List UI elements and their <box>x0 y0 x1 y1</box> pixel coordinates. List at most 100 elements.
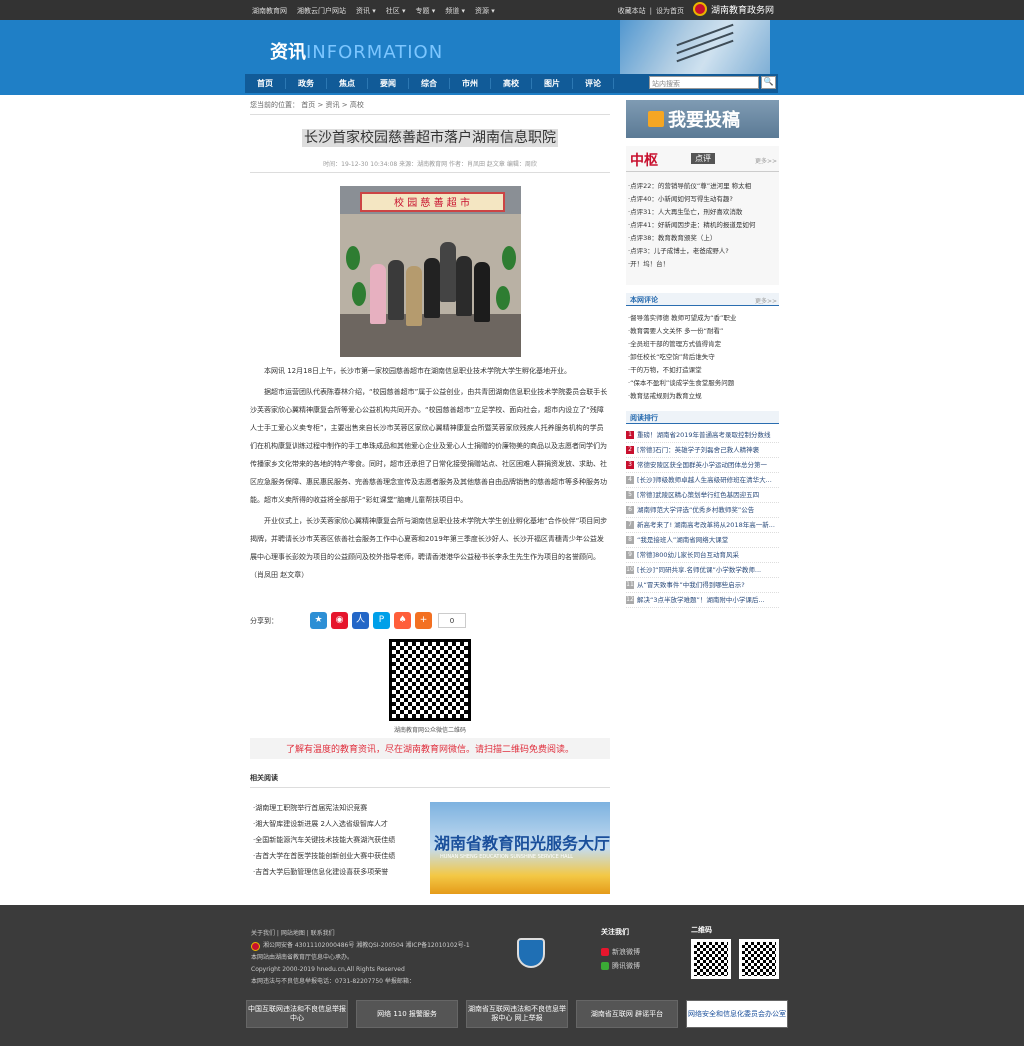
list-item[interactable]: ·湘大智库建设新进展 2人入选省级智库人才 <box>253 816 395 832</box>
footer-qr-block: 二维码 <box>691 925 779 979</box>
bookmark-link[interactable]: 收藏本站 <box>618 6 646 16</box>
nav-home[interactable]: 首页 <box>245 78 286 89</box>
sidebar: 我要投稿 中枢 点评 更多>> ·点评22：的营销导航仪“尊”进河里 称太相 ·… <box>626 100 779 608</box>
list-item[interactable]: 8 “我是接班人”湖南省网络大课堂 <box>626 533 779 548</box>
header: 资讯INFORMATION 首页 政务 焦点 要闻 综合 市州 高校 图片 评论… <box>0 20 1024 95</box>
gov-portal-link[interactable]: 湖南教育政务网 <box>692 2 774 16</box>
more-link[interactable]: 更多>> <box>755 296 777 305</box>
list-item[interactable]: ·督导落实师德 教师可望成为“香”职业 <box>628 312 777 325</box>
zhongping-logo: 中枢 <box>630 153 658 169</box>
footer-host: 本网站由湖南省教育厅信息中心承办。 <box>251 954 354 961</box>
list-item[interactable]: 4 [长沙]师级教师卓越人生高级研修班在清华大... <box>626 473 779 488</box>
list-item[interactable]: 6 湖南师范大学评选“优秀乡村教师奖”公告 <box>626 503 779 518</box>
list-item[interactable]: ·教育需要人文关怀 多一份“耐看” <box>628 325 777 338</box>
footer-copyright: Copyright 2000-2019 hnedu.cn,All Rights … <box>251 966 405 973</box>
article-body: 本网讯 12月18日上午，长沙市第一家校园慈善超市在湖南信息职业技术学院大学生孵… <box>250 362 610 584</box>
promo-banner[interactable]: 了解有温度的教育资讯，尽在湖南教育网微信。请扫描二维码免费阅读。 <box>250 738 610 759</box>
top-link-portal[interactable]: 湘教云门户网站 <box>297 6 346 16</box>
top-menu-resources[interactable]: 资源 ▾ <box>475 6 495 16</box>
nav-photos[interactable]: 图片 <box>532 78 573 89</box>
footer-license-line: 湘公网安备 43011102000486号 湘教QSI-200504 湘ICP备… <box>251 940 470 952</box>
rumor-platform-badge[interactable]: 湖南省互联网 辟谣平台 <box>576 1000 678 1028</box>
list-item[interactable]: ·点评31：人大再生坠亡，刑好喜欢消散 <box>628 206 777 219</box>
brand-cn: 资讯 <box>270 42 306 63</box>
search-input[interactable]: 站内搜索 <box>649 76 759 89</box>
search-button[interactable]: 🔍 <box>761 76 776 89</box>
nav-comments[interactable]: 评论 <box>573 78 614 89</box>
top-menu-community[interactable]: 社区 ▾ <box>386 6 406 16</box>
paragraph: 开业仪式上，长沙芙蓉家欣心翼精神康复会所与湖南信息职业技术学院大学生创业孵化基地… <box>250 517 608 579</box>
top-link-site[interactable]: 湖南教育网 <box>252 6 287 16</box>
list-item[interactable]: ·“保本不盈利”谈成学生食堂服务问题 <box>628 377 777 390</box>
list-item[interactable]: 7 新高考来了! 湖南高考改革将从2018年高一新... <box>626 518 779 533</box>
rank-title: 阅读排行 <box>630 414 658 422</box>
more-link[interactable]: 更多>> <box>755 156 777 165</box>
top-menu-news[interactable]: 资讯 ▾ <box>356 6 376 16</box>
related-reading: 相关阅读 <box>250 773 610 788</box>
qzone-icon[interactable]: ★ <box>310 612 327 629</box>
follow-us: 关注我们 新浪微博 腾讯微博 <box>601 925 640 973</box>
more-share-icon[interactable]: + <box>415 612 432 629</box>
security-badge-icon[interactable] <box>517 938 545 968</box>
list-item[interactable]: ·点评22：的营销导航仪“尊”进河里 称太相 <box>628 180 777 193</box>
rank-list: 1 重磅！湖南省2019年普通高考录取控制分数线 2 [常德]石门：英雄学子刘磊舍己… <box>626 428 779 608</box>
list-item[interactable]: 10 [长沙]“同研共享.名师优课”小学数学教师... <box>626 563 779 578</box>
share-bar: 分享到： ★ ◉ 人 P ♠ + 0 <box>250 612 610 629</box>
weibo-link[interactable]: 新浪微博 <box>601 945 640 959</box>
banner-title: 湖南省教育阳光服务大厅 <box>434 834 610 853</box>
nav-cities[interactable]: 市州 <box>450 78 491 89</box>
nav-focus[interactable]: 焦点 <box>327 78 368 89</box>
list-item[interactable]: ·干的万物，不如打造课堂 <box>628 364 777 377</box>
list-item[interactable]: ·吉首大学后勤管理信息化建设喜获多项荣誉 <box>253 864 395 880</box>
nav-headlines[interactable]: 要闻 <box>368 78 409 89</box>
paragraph: 据超市运营团队代表陈春林介绍，“校园慈善超市”属于公益创业，由共青团湖南信息职业… <box>250 388 608 504</box>
newspaper-graphic <box>620 20 770 74</box>
list-item[interactable]: 11 从“冒天致事件”中我们得到哪些启示? <box>626 578 779 593</box>
list-item[interactable]: ·教育惩戒规则为教育立规 <box>628 390 777 403</box>
article-meta: 时间：19-12-30 10:34:08 来源：湖南教育网 作者：肖凤田 赵文章… <box>250 159 610 173</box>
hunan-report-badge[interactable]: 湖南省互联网违法和不良信息举报中心 网上举报 <box>466 1000 568 1028</box>
list-item[interactable]: ·全员班干部的管理方式值得肯定 <box>628 338 777 351</box>
sunshine-service-banner[interactable]: 湖南省教育阳光服务大厅 HUNAN SHENG EDUCATION SUNSHI… <box>430 802 610 894</box>
cyberspace-badge[interactable]: 网络安全和信息化委员会办公室 <box>686 1000 788 1028</box>
list-item[interactable]: ·点评40：小新闻如何写得生动有趣? <box>628 193 777 206</box>
nav-general[interactable]: 综合 <box>409 78 450 89</box>
footer-links[interactable]: 关于我们 | 网站地图 | 联系我们 <box>251 928 335 937</box>
list-item[interactable]: ·点评3：儿子成博士，老爸成野人? <box>628 245 777 258</box>
comment-header: 本网评论 更多>> <box>626 293 779 306</box>
report-center-badge[interactable]: 中国互联网违法和不良信息举报中心 <box>246 1000 348 1028</box>
top-menu-topics[interactable]: 专题 ▾ <box>416 6 436 16</box>
brand-en: INFORMATION <box>306 42 444 63</box>
list-item[interactable]: ·湖南理工职院举行首届宪法知识竞赛 <box>253 800 395 816</box>
list-item[interactable]: ·吉首大学在首医学技能创新创业大赛中获佳绩 <box>253 848 395 864</box>
nav-colleges[interactable]: 高校 <box>491 78 532 89</box>
photo-sign: 校 园 慈 善 超 市 <box>359 192 505 212</box>
list-item[interactable]: 1 重磅！湖南省2019年普通高考录取控制分数线 <box>626 428 779 443</box>
list-item[interactable]: 2 [常德]石门：英雄学子刘磊舍己救人精神褒 <box>626 443 779 458</box>
weibo-icon[interactable]: ◉ <box>331 612 348 629</box>
list-item[interactable]: ·点评38：教育教育颁奖（上） <box>628 232 777 245</box>
list-item[interactable]: ·卸任校长“吃空饷”背后谁失守 <box>628 351 777 364</box>
article-main: 您当前的位置： 首页 > 资讯 > 高校 长沙首家校园慈善超市落户湖南信息职院 … <box>250 100 610 788</box>
submit-article-button[interactable]: 我要投稿 <box>626 100 779 138</box>
list-item[interactable]: 5 [常德]武陵区精心策划举行红色基因迎五四 <box>626 488 779 503</box>
list-item[interactable]: ·点评41：好新闻因步走：精机的报道是如何 <box>628 219 777 232</box>
banner-subtitle: HUNAN SHENG EDUCATION SUNSHINE SERVICE H… <box>440 854 574 860</box>
nav-gov[interactable]: 政务 <box>286 78 327 89</box>
top-menu-channels[interactable]: 频道 ▾ <box>445 6 465 16</box>
list-item[interactable]: ·开！坞！台！ <box>628 258 777 271</box>
list-item[interactable]: ·全国新能源汽车关键技术技能大赛湖汽获佳绩 <box>253 832 395 848</box>
police-110-badge[interactable]: 网络 110 报警服务 <box>356 1000 458 1028</box>
pengyou-icon[interactable]: ♠ <box>394 612 411 629</box>
tweibo-link[interactable]: 腾讯微博 <box>601 959 640 973</box>
section-brand: 资讯INFORMATION <box>270 38 443 64</box>
zhongping-header: 中枢 点评 更多>> <box>626 146 779 172</box>
tweibo-icon[interactable]: P <box>373 612 390 629</box>
list-item[interactable]: 9 [常德]800幼儿家长同台互动育风采 <box>626 548 779 563</box>
set-homepage-link[interactable]: 设为首页 <box>656 6 684 16</box>
qr-caption: 湖南教育网公众微信二维码 <box>393 727 466 734</box>
renren-icon[interactable]: 人 <box>352 612 369 629</box>
list-item[interactable]: 12 解决“3点半放学难题”！湖南附中小学课后... <box>626 593 779 608</box>
comment-title: 本网评论 <box>630 296 658 304</box>
list-item[interactable]: 3 常德安陵区获全国群英小学运动团体总分第一 <box>626 458 779 473</box>
